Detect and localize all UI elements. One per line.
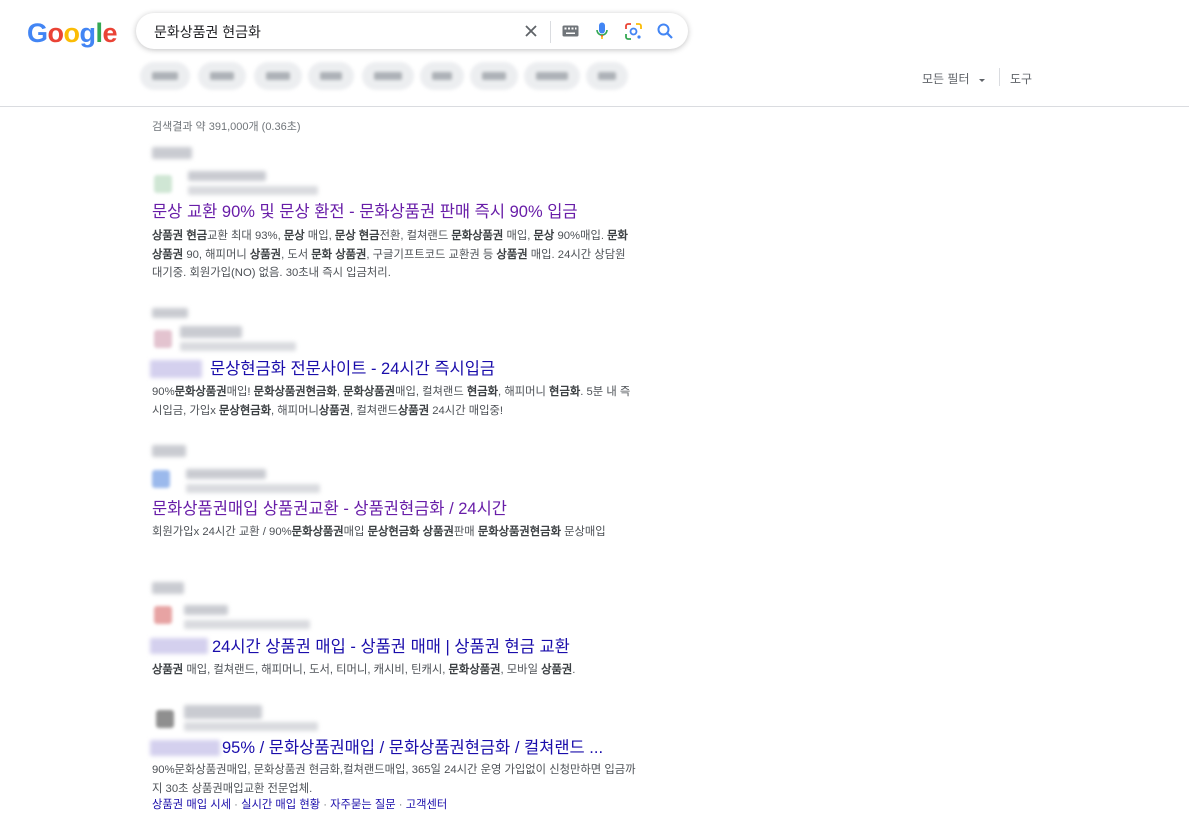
mic-icon[interactable] bbox=[593, 22, 611, 40]
search-result: 24시간 상품권 매입 - 상품권 매매 | 상품권 현금 교환 상품권 매입,… bbox=[150, 580, 640, 690]
redacted-site-title bbox=[188, 171, 266, 181]
filter-chip[interactable] bbox=[140, 62, 190, 90]
redacted-site-name bbox=[152, 308, 188, 318]
redacted-site-url bbox=[186, 484, 320, 493]
filter-chip[interactable] bbox=[198, 62, 246, 90]
redacted-site-url bbox=[184, 620, 310, 629]
redacted-site-title bbox=[184, 605, 228, 615]
search-result: 95% / 문화상품권매입 / 문화상품권현금화 / 컬쳐랜드 ... 90%문… bbox=[150, 702, 640, 829]
sitelink-separator: · bbox=[231, 799, 242, 811]
header-divider bbox=[0, 106, 1189, 107]
redacted-ad-label bbox=[150, 360, 202, 378]
redacted-ad-label bbox=[150, 638, 208, 654]
site-favicon bbox=[152, 470, 170, 488]
filter-chip[interactable] bbox=[420, 62, 464, 90]
result-title-link[interactable]: 문상현금화 전문사이트 - 24시간 즉시입금 bbox=[210, 359, 495, 379]
search-icon[interactable] bbox=[656, 22, 674, 40]
clear-icon[interactable] bbox=[522, 22, 540, 40]
redacted-site-title bbox=[180, 326, 242, 338]
google-logo[interactable]: Google bbox=[27, 18, 118, 49]
redacted-site-title bbox=[184, 705, 262, 719]
result-snippet: 회원가입x 24시간 교환 / 90%문화상품권매입 문상현금화 상품권판매 문… bbox=[152, 526, 606, 538]
result-snippet: 상품권 현금교환 최대 93%, 문상 매입, 문상 현금전환, 컬쳐랜드 문화… bbox=[152, 230, 628, 279]
site-favicon bbox=[154, 606, 172, 624]
result-title-link[interactable]: 24시간 상품권 매입 - 상품권 매매 | 상품권 현금 교환 bbox=[212, 637, 570, 657]
sitelinks: 상품권 매입 시세 · 실시간 매입 현황 · 자주묻는 질문 · 고객센터 bbox=[152, 797, 447, 813]
toolbar-divider bbox=[999, 68, 1000, 86]
keyboard-icon[interactable] bbox=[561, 22, 579, 40]
site-favicon bbox=[156, 710, 174, 728]
result-title-link[interactable]: 문상 교환 90% 및 문상 환전 - 문화상품권 판매 즉시 90% 입금 bbox=[152, 202, 578, 222]
search-divider bbox=[550, 21, 551, 43]
caret-down-icon bbox=[978, 78, 985, 82]
tools-button[interactable]: 도구 bbox=[1010, 70, 1032, 87]
search-input[interactable] bbox=[152, 21, 516, 43]
all-filters-button[interactable]: 모든 필터 bbox=[922, 70, 987, 87]
sitelink[interactable]: 자주묻는 질문 bbox=[330, 799, 396, 811]
result-stats: 검색결과 약 391,000개 (0.36초) bbox=[152, 121, 301, 133]
sitelink[interactable]: 고객센터 bbox=[406, 799, 448, 811]
result-title-link[interactable]: 95% / 문화상품권매입 / 문화상품권현금화 / 컬쳐랜드 ... bbox=[222, 738, 603, 758]
search-result: 문화상품권매입 상품권교환 - 상품권현금화 / 24시간 회원가입x 24시간… bbox=[150, 443, 640, 563]
search-result: 문상 교환 90% 및 문상 환전 - 문화상품권 판매 즉시 90% 입금 상… bbox=[150, 145, 640, 285]
result-snippet: 90%문화상품권매입, 문화상품권 현금화,컬쳐랜드매입, 365일 24시간 … bbox=[152, 764, 636, 795]
sitelink[interactable]: 실시간 매입 현황 bbox=[241, 799, 320, 811]
filter-chip[interactable] bbox=[586, 62, 628, 90]
site-favicon bbox=[154, 330, 172, 348]
filter-chip[interactable] bbox=[308, 62, 354, 90]
redacted-site-name bbox=[152, 582, 184, 594]
redacted-site-url bbox=[184, 722, 318, 731]
sitelink-separator: · bbox=[320, 799, 331, 811]
filter-chip[interactable] bbox=[470, 62, 518, 90]
result-snippet: 상품권 매입, 컬쳐랜드, 해피머니, 도서, 티머니, 캐시비, 틴캐시, 문… bbox=[152, 664, 576, 676]
filter-chip[interactable] bbox=[362, 62, 414, 90]
sitelink[interactable]: 상품권 매입 시세 bbox=[152, 799, 231, 811]
site-favicon bbox=[154, 175, 172, 193]
filter-chip[interactable] bbox=[524, 62, 580, 90]
result-title-link[interactable]: 문화상품권매입 상품권교환 - 상품권현금화 / 24시간 bbox=[152, 499, 507, 519]
search-box bbox=[136, 13, 688, 49]
redacted-site-title bbox=[186, 469, 266, 479]
lens-icon[interactable] bbox=[624, 22, 642, 40]
redacted-site-name bbox=[152, 445, 186, 457]
redacted-site-url bbox=[180, 342, 296, 351]
redacted-site-url bbox=[188, 186, 318, 195]
redacted-ad-label bbox=[150, 740, 220, 756]
filter-chip[interactable] bbox=[254, 62, 302, 90]
all-filters-label: 모든 필터 bbox=[922, 72, 970, 86]
redacted-site-name bbox=[152, 147, 192, 159]
sitelink-separator: · bbox=[395, 799, 406, 811]
search-result: 문상현금화 전문사이트 - 24시간 즉시입금 90%문화상품권매입! 문화상품… bbox=[150, 306, 640, 426]
result-snippet: 90%문화상품권매입! 문화상품권현금화, 문화상품권매입, 컬쳐랜드 현금화,… bbox=[152, 386, 631, 417]
